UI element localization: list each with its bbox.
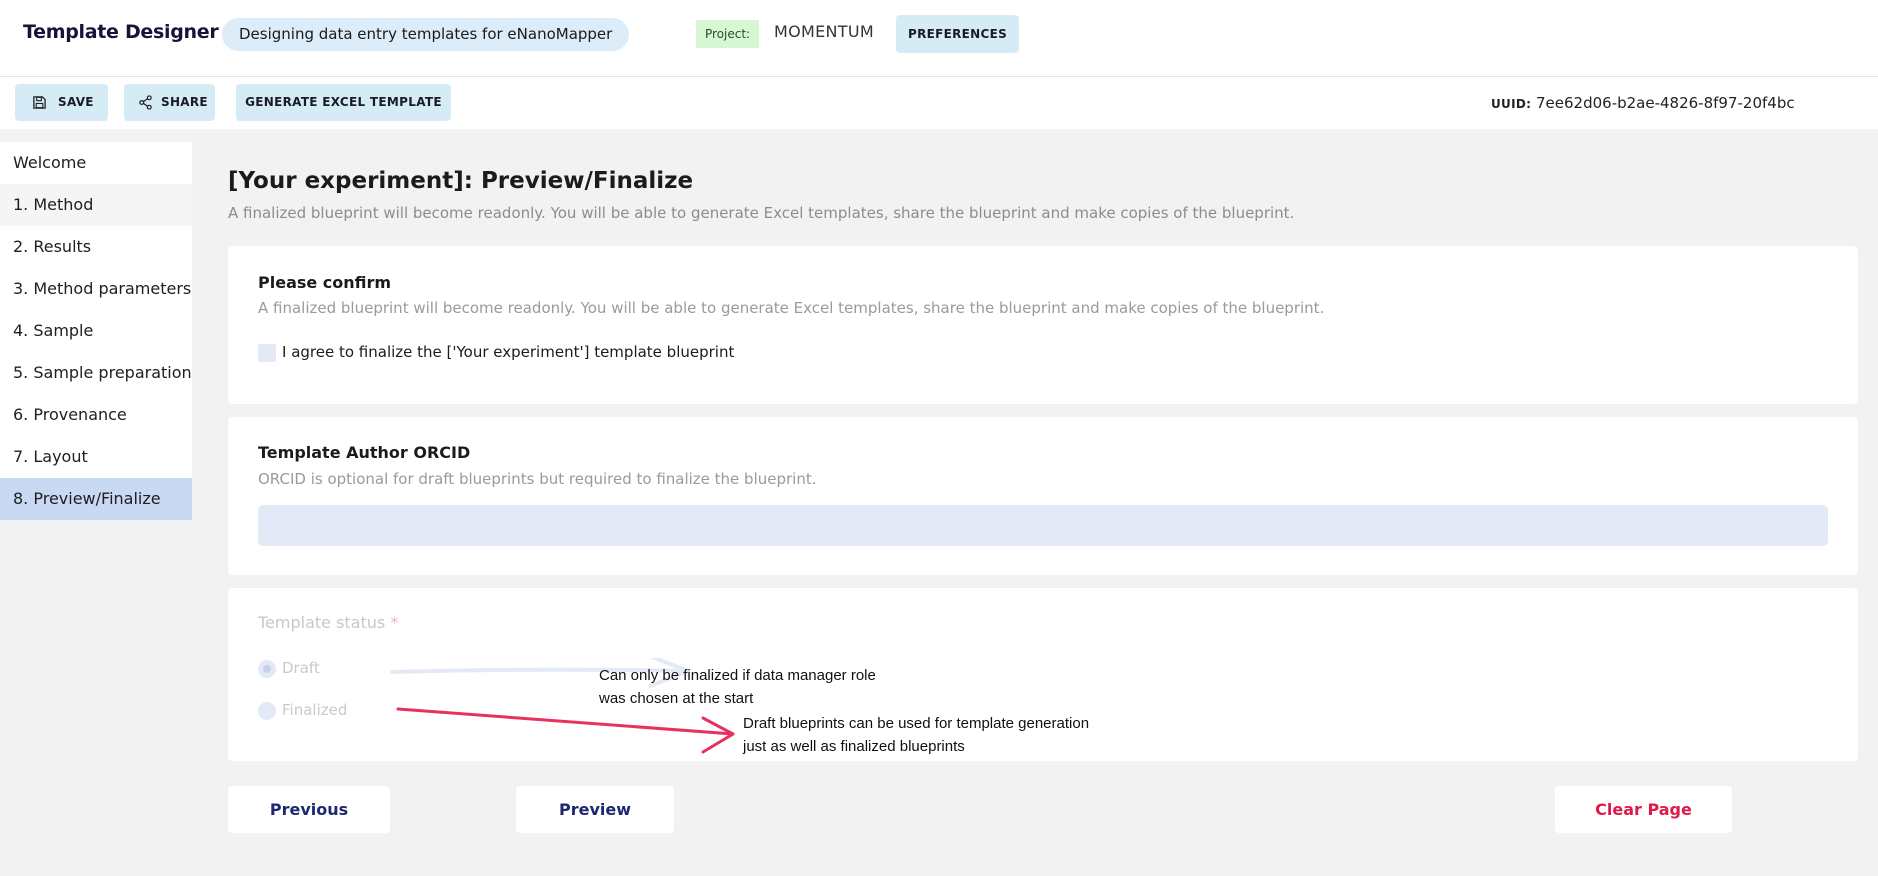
annotation-note-line: just as well as finalized blueprints: [743, 738, 965, 755]
uuid-value: 7ee62d06-b2ae-4826-8f97-20f4bc: [1536, 94, 1795, 112]
previous-button[interactable]: Previous: [228, 786, 390, 833]
sidebar-item-preview-finalize[interactable]: 8. Preview/Finalize: [0, 478, 192, 520]
finalize-agree-label: I agree to finalize the ['Your experimen…: [282, 343, 735, 361]
template-status-label: Template status: [258, 613, 386, 632]
page-description: A finalized blueprint will become readon…: [228, 204, 1295, 222]
annotation-arrowhead-pink: [701, 716, 735, 754]
preferences-button[interactable]: PREFERENCES: [896, 15, 1019, 53]
orcid-card: Template Author ORCID ORCID is optional …: [228, 417, 1858, 575]
clear-page-button[interactable]: Clear Page: [1555, 786, 1732, 833]
radio-selected-dot: [263, 665, 271, 673]
sidebar-item-provenance[interactable]: 6. Provenance: [0, 394, 192, 436]
floppy-disk-icon: [33, 96, 46, 109]
status-draft-label: Draft: [282, 659, 320, 677]
sidebar-item-sample-preparation[interactable]: 5. Sample preparation: [0, 352, 192, 394]
sidebar-item-welcome[interactable]: Welcome: [0, 142, 192, 184]
status-draft-radio[interactable]: [258, 660, 276, 678]
uuid-key: UUID:: [1491, 97, 1532, 111]
top-header: Template Designer Designing data entry t…: [0, 0, 1878, 77]
finalize-agree-checkbox[interactable]: [258, 344, 276, 362]
save-button-label: SAVE: [58, 95, 94, 109]
annotation-note-line: was chosen at the start: [599, 690, 754, 707]
project-label: Project:: [696, 20, 760, 48]
annotation-note-draft-usage: Draft blueprints can be used for templat…: [743, 712, 1089, 758]
orcid-description: ORCID is optional for draft blueprints b…: [258, 470, 817, 488]
status-finalized-radio[interactable]: [258, 702, 276, 720]
status-finalized-label: Finalized: [282, 701, 348, 719]
app-title: Template Designer: [23, 21, 219, 43]
template-status-title: Template status *: [258, 613, 398, 632]
orcid-title: Template Author ORCID: [258, 443, 471, 462]
orcid-input[interactable]: [258, 505, 1828, 546]
page-title: [Your experiment]: Preview/Finalize: [228, 168, 694, 194]
confirm-card: Please confirm A finalized blueprint wil…: [228, 246, 1858, 404]
annotation-note-line: Can only be finalized if data manager ro…: [599, 667, 876, 684]
sidebar-item-method[interactable]: 1. Method: [0, 184, 192, 226]
annotation-note-line: Draft blueprints can be used for templat…: [743, 715, 1090, 732]
sidebar-item-method-parameters[interactable]: 3. Method parameters: [0, 268, 192, 310]
share-icon: [139, 95, 152, 110]
sidebar-item-results[interactable]: 2. Results: [0, 226, 192, 268]
template-status-card: Template status * Draft Finalized Can on…: [228, 588, 1858, 761]
sidebar-nav: Welcome 1. Method 2. Results 3. Method p…: [0, 142, 192, 520]
sidebar-item-sample[interactable]: 4. Sample: [0, 310, 192, 352]
share-button-label: SHARE: [161, 95, 208, 109]
annotation-arrow-pink: [396, 707, 735, 736]
save-button[interactable]: SAVE: [15, 84, 108, 121]
annotation-note-finalize-role: Can only be finalized if data manager ro…: [599, 664, 876, 710]
toolbar: SAVE SHARE GENERATE EXCEL TEMPLATE UUID:…: [0, 77, 1878, 129]
generate-excel-template-button[interactable]: GENERATE EXCEL TEMPLATE: [236, 84, 451, 121]
preview-button[interactable]: Preview: [516, 786, 674, 833]
app-subtitle: Designing data entry templates for eNano…: [222, 18, 630, 51]
uuid-display: UUID: 7ee62d06-b2ae-4826-8f97-20f4bc: [1491, 94, 1795, 112]
sidebar-item-layout[interactable]: 7. Layout: [0, 436, 192, 478]
confirm-title: Please confirm: [258, 273, 392, 292]
required-marker: *: [390, 613, 399, 632]
confirm-description: A finalized blueprint will become readon…: [258, 299, 1325, 317]
project-name: MOMENTUM: [774, 22, 874, 41]
share-button[interactable]: SHARE: [124, 84, 215, 121]
